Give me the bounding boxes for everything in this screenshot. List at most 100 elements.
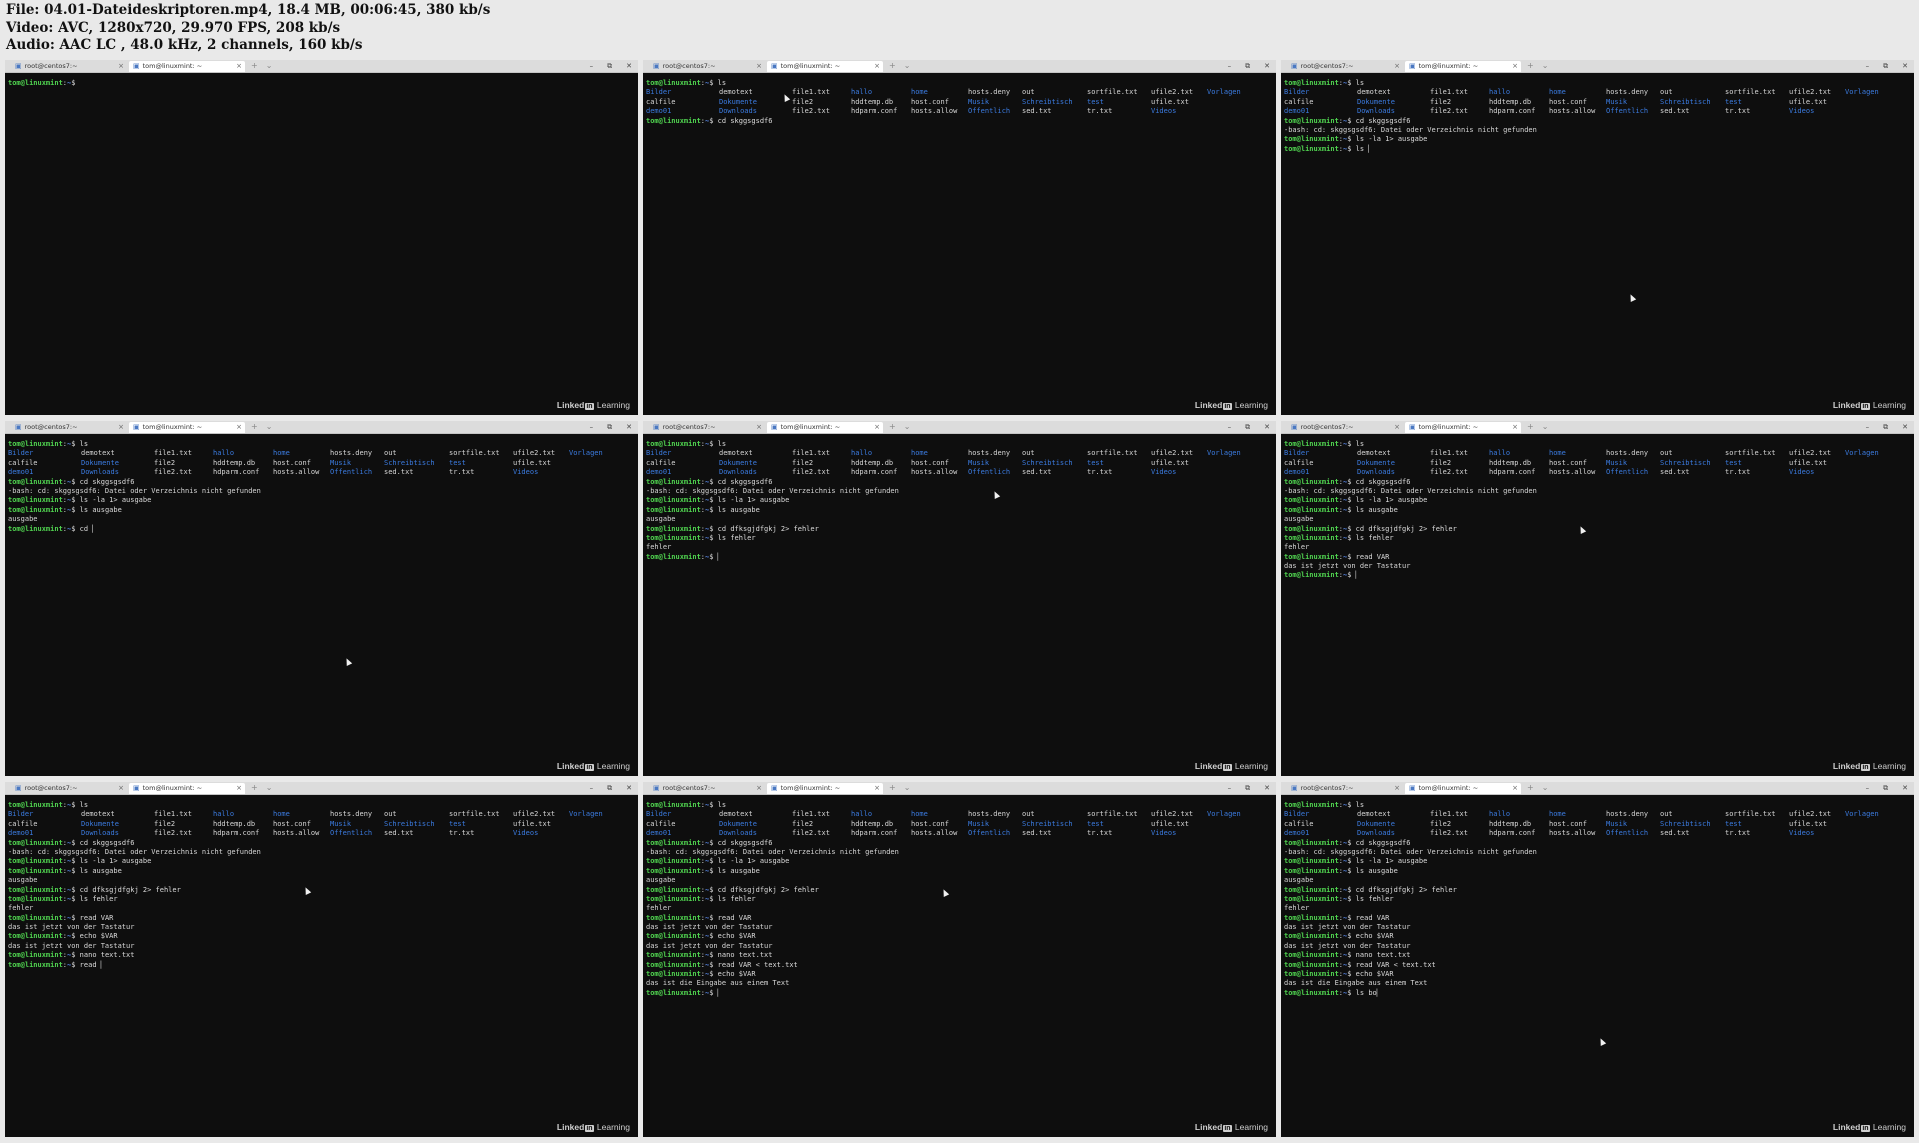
close-icon[interactable]: × xyxy=(118,61,124,72)
tab-root-centos[interactable]: ▣ root@centos7:~ × xyxy=(649,783,765,794)
ls-directory: Vorlagen xyxy=(1845,449,1879,458)
prompt-user: tom@linuxmint xyxy=(1284,477,1339,486)
close-button[interactable]: ✕ xyxy=(1902,62,1908,70)
close-icon[interactable]: × xyxy=(1512,422,1518,433)
close-icon[interactable]: × xyxy=(1394,61,1400,72)
minimize-button[interactable]: – xyxy=(1866,62,1870,70)
minimize-button[interactable]: – xyxy=(590,62,594,70)
new-tab-button[interactable]: + xyxy=(889,783,896,792)
tab-root-centos[interactable]: ▣ root@centos7:~ × xyxy=(1287,783,1403,794)
restore-button[interactable]: ⧉ xyxy=(1245,62,1250,70)
tab-root-centos[interactable]: ▣ root@centos7:~ × xyxy=(649,422,765,433)
tab-root-centos[interactable]: ▣ root@centos7:~ × xyxy=(11,783,127,794)
minimize-button[interactable]: – xyxy=(1866,784,1870,792)
terminal-output[interactable]: tom@linuxmint:~$ ls Bilder demotext file1.t… xyxy=(1284,79,1911,401)
close-icon[interactable]: × xyxy=(236,783,242,794)
new-tab-button[interactable]: + xyxy=(1527,422,1534,431)
tab-tom-linuxmint[interactable]: ▣ tom@linuxmint: ~ × xyxy=(1405,61,1521,72)
terminal-output[interactable]: tom@linuxmint:~$ xyxy=(8,79,635,401)
tab-tom-linuxmint[interactable]: ▣ tom@linuxmint: ~ × xyxy=(767,783,883,794)
restore-button[interactable]: ⧉ xyxy=(1245,423,1250,431)
terminal-output[interactable]: tom@linuxmint:~$ ls Bilder demotext file1.t… xyxy=(646,801,1273,1123)
terminal-output[interactable]: tom@linuxmint:~$ ls Bilder demotext file1.t… xyxy=(8,801,635,1123)
close-button[interactable]: ✕ xyxy=(1902,784,1908,792)
tab-root-centos[interactable]: ▣ root@centos7:~ × xyxy=(1287,61,1403,72)
terminal-output[interactable]: tom@linuxmint:~$ ls Bilder demotext file1.t… xyxy=(646,79,1273,401)
tab-tom-linuxmint[interactable]: ▣ tom@linuxmint: ~ × xyxy=(1405,422,1521,433)
new-tab-button[interactable]: + xyxy=(889,422,896,431)
tab-menu-icon[interactable]: ⌄ xyxy=(266,783,273,792)
close-button[interactable]: ✕ xyxy=(1902,423,1908,431)
new-tab-button[interactable]: + xyxy=(1527,783,1534,792)
tab-tom-linuxmint[interactable]: ▣ tom@linuxmint: ~ × xyxy=(1405,783,1521,794)
new-tab-button[interactable]: + xyxy=(251,783,258,792)
restore-button[interactable]: ⧉ xyxy=(607,423,612,431)
minimize-button[interactable]: – xyxy=(590,423,594,431)
close-icon[interactable]: × xyxy=(118,783,124,794)
tab-menu-icon[interactable]: ⌄ xyxy=(1542,61,1549,70)
terminal-output[interactable]: tom@linuxmint:~$ ls Bilder demotext file1.t… xyxy=(8,440,635,762)
close-icon[interactable]: × xyxy=(874,783,880,794)
terminal-output[interactable]: tom@linuxmint:~$ ls Bilder demotext file1.t… xyxy=(646,440,1273,762)
close-icon[interactable]: × xyxy=(1512,61,1518,72)
tab-tom-linuxmint[interactable]: ▣ tom@linuxmint: ~ × xyxy=(129,61,245,72)
tab-menu-icon[interactable]: ⌄ xyxy=(904,783,911,792)
command-text: nano text.txt xyxy=(717,951,773,960)
close-icon[interactable]: × xyxy=(874,422,880,433)
new-tab-button[interactable]: + xyxy=(1527,61,1534,70)
minimize-button[interactable]: – xyxy=(1228,62,1232,70)
minimize-button[interactable]: – xyxy=(1228,423,1232,431)
terminal-icon: ▣ xyxy=(1291,423,1298,431)
new-tab-button[interactable]: + xyxy=(251,61,258,70)
terminal-window: ▣ root@centos7:~ × ▣ tom@linuxmint: ~ × + ⌄ – ⧉ ✕ t… xyxy=(1281,421,1914,776)
tab-root-centos[interactable]: ▣ root@centos7:~ × xyxy=(11,422,127,433)
tab-menu-icon[interactable]: ⌄ xyxy=(266,61,273,70)
tab-tom-linuxmint[interactable]: ▣ tom@linuxmint: ~ × xyxy=(767,61,883,72)
close-icon[interactable]: × xyxy=(118,422,124,433)
tab-tom-linuxmint[interactable]: ▣ tom@linuxmint: ~ × xyxy=(767,422,883,433)
tab-root-centos[interactable]: ▣ root@centos7:~ × xyxy=(11,61,127,72)
minimize-button[interactable]: – xyxy=(1228,784,1232,792)
minimize-button[interactable]: – xyxy=(1866,423,1870,431)
restore-button[interactable]: ⧉ xyxy=(1245,784,1250,792)
close-icon[interactable]: × xyxy=(756,61,762,72)
restore-button[interactable]: ⧉ xyxy=(607,784,612,792)
close-icon[interactable]: × xyxy=(874,61,880,72)
restore-button[interactable]: ⧉ xyxy=(1883,62,1888,70)
tab-root-centos[interactable]: ▣ root@centos7:~ × xyxy=(1287,422,1403,433)
close-button[interactable]: ✕ xyxy=(1264,423,1270,431)
tab-menu-icon[interactable]: ⌄ xyxy=(1542,783,1549,792)
tab-root-centos[interactable]: ▣ root@centos7:~ × xyxy=(649,61,765,72)
close-icon[interactable]: × xyxy=(1512,783,1518,794)
tab-tom-linuxmint[interactable]: ▣ tom@linuxmint: ~ × xyxy=(129,422,245,433)
prompt-line: tom@linuxmint:~$ cd dfksgjdfgkj 2> fehle… xyxy=(1284,525,1911,534)
tab-tom-linuxmint[interactable]: ▣ tom@linuxmint: ~ × xyxy=(129,783,245,794)
restore-button[interactable]: ⧉ xyxy=(1883,423,1888,431)
close-icon[interactable]: × xyxy=(756,422,762,433)
close-icon[interactable]: × xyxy=(236,422,242,433)
restore-button[interactable]: ⧉ xyxy=(1883,784,1888,792)
close-button[interactable]: ✕ xyxy=(1264,784,1270,792)
prompt-symbol: $ xyxy=(71,932,80,941)
restore-button[interactable]: ⧉ xyxy=(607,62,612,70)
close-button[interactable]: ✕ xyxy=(626,423,632,431)
ls-row: Bilder demotext file1.txt hallo home hosts.de… xyxy=(1284,88,1911,97)
close-button[interactable]: ✕ xyxy=(1264,62,1270,70)
close-icon[interactable]: × xyxy=(1394,422,1400,433)
new-tab-button[interactable]: + xyxy=(251,422,258,431)
new-tab-button[interactable]: + xyxy=(889,61,896,70)
terminal-output[interactable]: tom@linuxmint:~$ ls Bilder demotext file1.t… xyxy=(1284,801,1911,1123)
terminal-output[interactable]: tom@linuxmint:~$ ls Bilder demotext file1.t… xyxy=(1284,440,1911,762)
tab-menu-icon[interactable]: ⌄ xyxy=(904,422,911,431)
close-button[interactable]: ✕ xyxy=(626,62,632,70)
close-icon[interactable]: × xyxy=(236,61,242,72)
ls-file: ufile.txt xyxy=(1789,458,1827,467)
close-button[interactable]: ✕ xyxy=(626,784,632,792)
close-icon[interactable]: × xyxy=(756,783,762,794)
tab-menu-icon[interactable]: ⌄ xyxy=(1542,422,1549,431)
tab-menu-icon[interactable]: ⌄ xyxy=(266,422,273,431)
minimize-button[interactable]: – xyxy=(590,784,594,792)
close-icon[interactable]: × xyxy=(1394,783,1400,794)
prompt-symbol: $ xyxy=(1347,116,1356,125)
tab-menu-icon[interactable]: ⌄ xyxy=(904,61,911,70)
